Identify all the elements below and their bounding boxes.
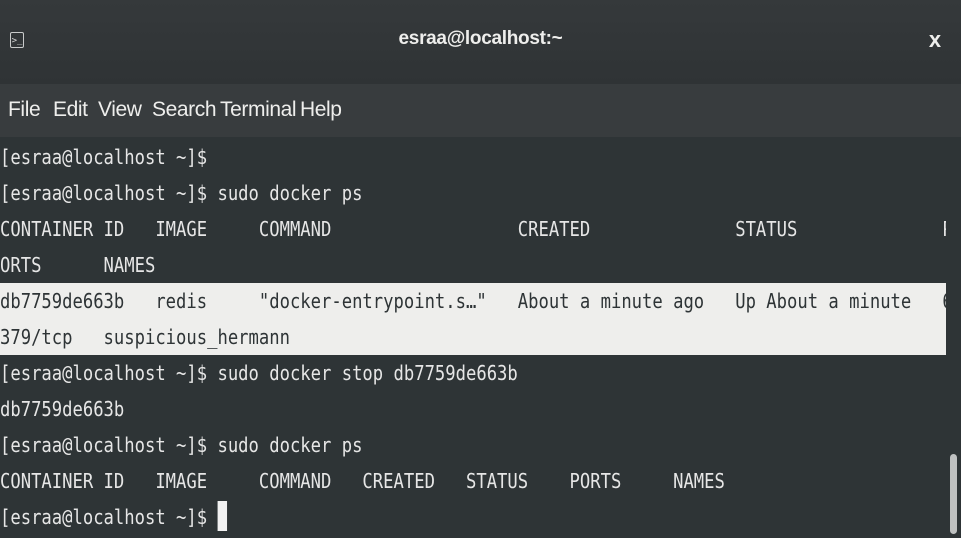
terminal-output[interactable]: [esraa@localhost ~]$ [esraa@localhost ~]… xyxy=(0,137,961,538)
terminal-line-selected: db7759de663b redis "docker-entrypoint.s…… xyxy=(0,289,946,313)
terminal-line: ORTS NAMES xyxy=(0,253,156,277)
menu-terminal[interactable]: Terminal xyxy=(220,96,297,124)
window-title: esraa@localhost:~ xyxy=(398,28,563,49)
scrollbar[interactable] xyxy=(946,137,961,538)
menu-search[interactable]: Search xyxy=(152,96,217,124)
terminal-line: [esraa@localhost ~]$ sudo docker ps xyxy=(0,433,363,457)
menu-view[interactable]: View xyxy=(98,96,142,124)
terminal-line: db7759de663b xyxy=(0,397,125,421)
text-cursor xyxy=(217,501,227,531)
title-bar[interactable]: >_ esraa@localhost:~ x xyxy=(0,0,961,85)
menu-edit[interactable]: Edit xyxy=(53,96,88,124)
prompt-line[interactable]: [esraa@localhost ~]$ xyxy=(0,499,946,535)
terminal-line: [esraa@localhost ~]$ sudo docker stop db… xyxy=(0,361,518,385)
terminal-line: [esraa@localhost ~]$ sudo docker ps xyxy=(0,181,363,205)
terminal-window: >_ esraa@localhost:~ x File Edit View Se… xyxy=(0,0,961,538)
prompt-text: [esraa@localhost ~]$ xyxy=(0,505,218,529)
close-button[interactable]: x xyxy=(923,27,947,53)
terminal-line: CONTAINER ID IMAGE COMMAND CREATED STATU… xyxy=(0,469,725,493)
menu-bar: File Edit View Search Terminal Help xyxy=(0,84,961,137)
terminal-line-selected: 379/tcp suspicious_hermann xyxy=(0,325,290,349)
menu-help[interactable]: Help xyxy=(300,96,342,124)
menu-file[interactable]: File xyxy=(8,96,41,124)
scrollbar-thumb[interactable] xyxy=(950,454,957,534)
terminal-line: CONTAINER ID IMAGE COMMAND CREATED STATU… xyxy=(0,217,946,241)
terminal-line: [esraa@localhost ~]$ xyxy=(0,145,208,169)
